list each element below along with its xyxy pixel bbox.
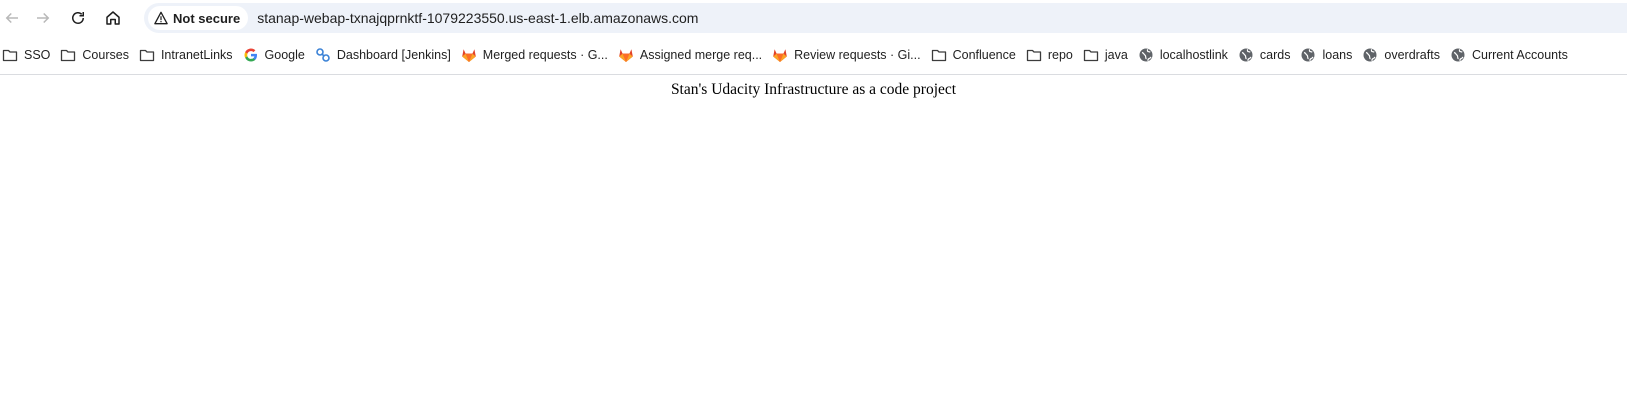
security-label: Not secure xyxy=(173,10,241,26)
gitlab-icon xyxy=(772,47,788,63)
bookmark-merged-requests-g[interactable]: Merged requests · G... xyxy=(459,42,616,68)
browser-toolbar: Not secure stanap-webap-txnajqprnktf-107… xyxy=(0,0,1627,36)
forward-button[interactable] xyxy=(31,6,55,30)
globe-icon xyxy=(1238,47,1254,63)
bookmark-label: repo xyxy=(1047,48,1073,62)
reload-button[interactable] xyxy=(66,6,90,30)
globe-icon xyxy=(1300,47,1316,63)
bookmark-repo[interactable]: repo xyxy=(1024,42,1081,68)
bookmark-confluence[interactable]: Confluence xyxy=(929,42,1024,68)
bookmark-label: Google xyxy=(264,48,305,62)
reload-icon xyxy=(72,12,84,24)
bookmark-label: localhostlink xyxy=(1159,48,1228,62)
page-content: Stan's Udacity Infrastructure as a code … xyxy=(0,75,1627,401)
bookmark-assigned-merge-req[interactable]: Assigned merge req... xyxy=(616,42,770,68)
folder-icon xyxy=(139,47,155,63)
home-icon xyxy=(106,11,120,25)
page-heading: Stan's Udacity Infrastructure as a code … xyxy=(670,81,957,98)
bookmark-localhostlink[interactable]: localhostlink xyxy=(1136,42,1236,68)
bookmark-loans[interactable]: loans xyxy=(1298,42,1360,68)
warning-icon xyxy=(154,11,168,25)
folder-icon xyxy=(60,47,76,63)
jenkins-icon xyxy=(315,47,331,63)
bookmark-courses[interactable]: Courses xyxy=(58,42,137,68)
bookmark-label: loans xyxy=(1322,48,1353,62)
site-security-chip[interactable]: Not secure xyxy=(148,6,249,30)
url-text[interactable]: stanap-webap-txnajqprnktf-1079223550.us-… xyxy=(257,10,698,26)
bookmark-label: java xyxy=(1104,48,1128,62)
google-icon xyxy=(243,47,259,63)
bookmark-sso[interactable]: SSO xyxy=(0,42,58,68)
back-button[interactable] xyxy=(0,6,24,30)
folder-icon xyxy=(1083,47,1099,63)
gitlab-icon xyxy=(461,47,477,63)
globe-icon xyxy=(1450,47,1466,63)
bookmark-label: SSO xyxy=(24,48,51,62)
bookmark-label: Dashboard [Jenkins] xyxy=(336,48,451,62)
bookmark-label: Merged requests · G... xyxy=(482,48,608,62)
folder-icon xyxy=(2,47,18,63)
bookmark-label: cards xyxy=(1259,48,1291,62)
globe-icon xyxy=(1138,47,1154,63)
back-arrow-icon xyxy=(5,12,18,24)
bookmark-label: Assigned merge req... xyxy=(639,48,763,62)
bookmark-google[interactable]: Google xyxy=(241,42,313,68)
bookmark-label: Confluence xyxy=(952,48,1016,62)
address-bar[interactable]: Not secure stanap-webap-txnajqprnktf-107… xyxy=(144,3,1627,33)
bookmark-label: overdrafts xyxy=(1384,48,1440,62)
bookmark-current-accounts[interactable]: Current Accounts xyxy=(1448,42,1576,68)
forward-arrow-icon xyxy=(37,12,50,24)
bookmark-dashboard-jenkins[interactable]: Dashboard [Jenkins] xyxy=(313,42,459,68)
home-button[interactable] xyxy=(101,6,125,30)
bookmarks-bar: SSO Courses IntranetLinks Google Dashboard [… xyxy=(0,36,1627,75)
bookmark-overdrafts[interactable]: overdrafts xyxy=(1360,42,1448,68)
folder-icon xyxy=(1026,47,1042,63)
folder-icon xyxy=(931,47,947,63)
bookmark-label: IntranetLinks xyxy=(160,48,233,62)
bookmark-intranetlinks[interactable]: IntranetLinks xyxy=(137,42,241,68)
bookmark-java[interactable]: java xyxy=(1081,42,1136,68)
globe-icon xyxy=(1362,47,1378,63)
bookmark-label: Review requests · Gi... xyxy=(794,48,921,62)
gitlab-icon xyxy=(618,47,634,63)
bookmark-label: Current Accounts xyxy=(1471,48,1568,62)
bookmark-label: Courses xyxy=(82,48,129,62)
bookmark-review-requests-gi[interactable]: Review requests · Gi... xyxy=(770,42,928,68)
bookmark-cards[interactable]: cards xyxy=(1236,42,1299,68)
